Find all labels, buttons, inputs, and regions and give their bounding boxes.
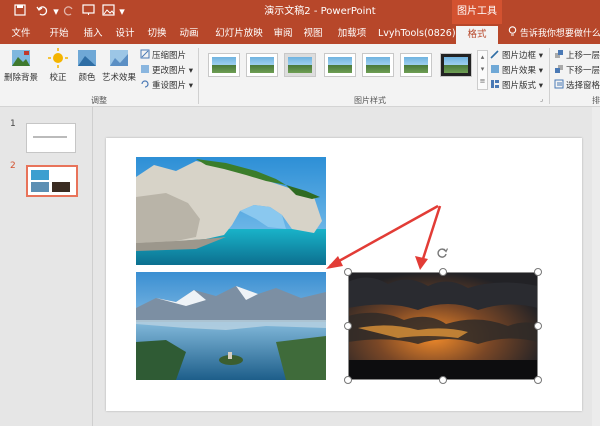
bring-forward-label: 上移一层 bbox=[566, 51, 600, 61]
reset-picture-label: 重设图片 bbox=[152, 81, 187, 91]
picture-style-7[interactable] bbox=[440, 53, 472, 77]
tab-view[interactable]: 视图 bbox=[300, 24, 326, 44]
picture-effects-label: 图片效果 bbox=[502, 66, 537, 76]
slide-number: 1 bbox=[10, 119, 16, 129]
corrections-button[interactable]: 校正 bbox=[44, 48, 72, 92]
artistic-effects-button[interactable]: 艺术效果 bbox=[100, 48, 138, 92]
tell-me-search[interactable]: 告诉我你想要做什么 bbox=[508, 24, 600, 44]
slide-number: 2 bbox=[10, 161, 16, 171]
compress-pictures-button[interactable]: 压缩图片 bbox=[140, 49, 186, 63]
selection-pane-label: 选择窗格 bbox=[566, 81, 600, 91]
dialog-launcher-icon[interactable]: ⌟ bbox=[540, 95, 543, 103]
picture-border-icon bbox=[490, 49, 500, 59]
slide-thumbnail-1[interactable] bbox=[26, 123, 76, 153]
tab-transitions[interactable]: 切换 bbox=[142, 24, 172, 44]
tell-me-label: 告诉我你想要做什么 bbox=[519, 29, 600, 39]
vertical-scrollbar[interactable] bbox=[592, 107, 600, 426]
customize-quick-access-icon[interactable]: ▾ bbox=[118, 4, 126, 20]
send-backward-icon bbox=[554, 64, 564, 74]
picture-layout-label: 图片版式 bbox=[502, 81, 537, 91]
tab-format[interactable]: 格式 bbox=[456, 26, 498, 44]
selection-pane-icon bbox=[554, 79, 564, 89]
ribbon-separator bbox=[198, 48, 199, 104]
tab-slideshow[interactable]: 幻灯片放映 bbox=[212, 24, 266, 44]
ribbon: 删除背景 校正 颜色 艺术效果 压缩图片 更改图片 ▾ 重设图片 ▾ 调整 ▴ ▾… bbox=[0, 44, 600, 107]
tab-lvyhtools[interactable]: LvyhTools(0826) bbox=[378, 24, 456, 44]
picture-border-dropdown-icon: ▾ bbox=[536, 51, 543, 61]
tab-animations[interactable]: 动画 bbox=[174, 24, 204, 44]
picture-style-5[interactable] bbox=[362, 53, 394, 77]
lightbulb-icon bbox=[508, 26, 520, 39]
change-picture-label: 更改图片 bbox=[152, 66, 187, 76]
send-backward-label: 下移一层 bbox=[566, 66, 600, 76]
redo-icon[interactable] bbox=[62, 4, 76, 20]
picture-effects-dropdown-icon: ▾ bbox=[536, 66, 543, 76]
artistic-effects-icon bbox=[108, 48, 130, 68]
slide-canvas[interactable] bbox=[106, 138, 582, 411]
picture-border-label: 图片边框 bbox=[502, 51, 537, 61]
reset-picture-dropdown-icon: ▾ bbox=[186, 81, 193, 91]
styles-gallery-scroll[interactable]: ▴ ▾ ≡ bbox=[477, 50, 488, 90]
picture-tools-label: 图片工具 bbox=[452, 0, 502, 24]
remove-background-label: 删除背景 bbox=[3, 73, 38, 83]
tab-addins[interactable]: 加载项 bbox=[332, 24, 372, 44]
bring-forward-icon bbox=[554, 49, 564, 59]
tab-home[interactable]: 开始 bbox=[44, 24, 74, 44]
tab-review[interactable]: 审阅 bbox=[270, 24, 296, 44]
picture-layout-dropdown-icon: ▾ bbox=[536, 81, 543, 91]
change-picture-icon bbox=[140, 64, 150, 74]
color-label: 颜色 bbox=[78, 73, 96, 83]
picture-layout-icon bbox=[490, 79, 500, 89]
slide-editing-area bbox=[93, 107, 600, 426]
color-button[interactable]: 颜色 bbox=[74, 48, 100, 92]
ribbon-tab-bar: 文件 开始 插入 设计 切换 动画 幻灯片放映 审阅 视图 加载项 LvyhTo… bbox=[0, 24, 600, 44]
annotation-arrows bbox=[326, 204, 442, 270]
picture-style-3[interactable] bbox=[284, 53, 316, 77]
picture-styles-group-label: 图片样式 bbox=[354, 96, 386, 105]
reset-picture-icon bbox=[140, 79, 150, 89]
remove-background-button[interactable]: 删除背景 bbox=[2, 48, 40, 92]
save-icon[interactable] bbox=[12, 4, 28, 20]
picture-layout-button[interactable]: 图片版式 ▾ bbox=[490, 79, 543, 93]
compress-icon bbox=[140, 49, 150, 59]
undo-dropdown-icon[interactable]: ▾ bbox=[52, 4, 60, 20]
remove-background-icon bbox=[10, 48, 32, 68]
image-icon[interactable] bbox=[100, 4, 116, 20]
title-bar: ▾ ▾ 演示文稿2 - PowerPoint 图片工具 bbox=[0, 0, 600, 24]
arrange-group-label: 排 bbox=[592, 96, 600, 105]
tab-design[interactable]: 设计 bbox=[110, 24, 140, 44]
tab-file[interactable]: 文件 bbox=[6, 24, 36, 44]
selection-pane-button[interactable]: 选择窗格 bbox=[554, 79, 600, 93]
undo-icon[interactable] bbox=[34, 4, 50, 20]
picture-border-button[interactable]: 图片边框 ▾ bbox=[490, 49, 543, 63]
compress-pictures-label: 压缩图片 bbox=[152, 51, 187, 61]
adjust-group-label: 调整 bbox=[91, 96, 107, 105]
picture-effects-button[interactable]: 图片效果 ▾ bbox=[490, 64, 543, 78]
bring-forward-button[interactable]: 上移一层 bbox=[554, 49, 600, 63]
presentation-icon[interactable] bbox=[80, 4, 96, 20]
picture-effects-icon bbox=[490, 64, 500, 74]
sun-icon bbox=[47, 48, 69, 68]
ribbon-separator bbox=[549, 48, 550, 104]
color-image-icon bbox=[76, 48, 98, 68]
slide-thumbnail-2[interactable] bbox=[26, 165, 78, 197]
change-picture-dropdown-icon: ▾ bbox=[186, 66, 193, 76]
slide-thumbnail-pane: 1 2 bbox=[0, 107, 93, 426]
artistic-effects-label: 艺术效果 bbox=[101, 73, 136, 83]
picture-style-2[interactable] bbox=[246, 53, 278, 77]
picture-style-6[interactable] bbox=[400, 53, 432, 77]
picture-style-4[interactable] bbox=[324, 53, 356, 77]
send-backward-button[interactable]: 下移一层 bbox=[554, 64, 600, 78]
change-picture-button[interactable]: 更改图片 ▾ bbox=[140, 64, 193, 78]
document-title: 演示文稿2 - PowerPoint bbox=[264, 6, 376, 17]
reset-picture-button[interactable]: 重设图片 ▾ bbox=[140, 79, 193, 93]
tab-insert[interactable]: 插入 bbox=[78, 24, 108, 44]
picture-style-1[interactable] bbox=[208, 53, 240, 77]
corrections-label: 校正 bbox=[49, 73, 67, 83]
